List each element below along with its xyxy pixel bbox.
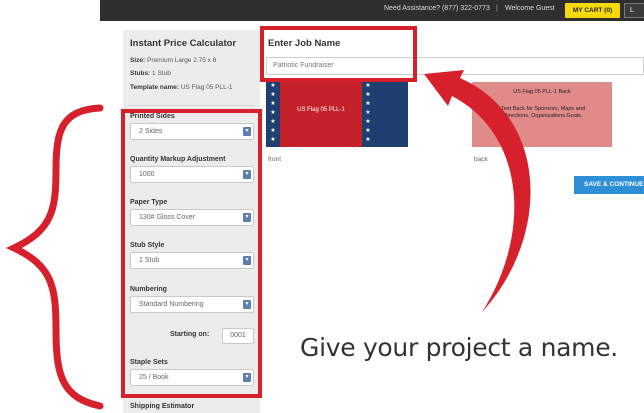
calculator-title: Instant Price Calculator	[130, 38, 237, 49]
options-highlight-box	[121, 109, 262, 398]
login-button[interactable]: L	[624, 3, 644, 18]
star-column-icon: ★ ★ ★ ★ ★ ★ ★	[270, 83, 276, 143]
top-bar: Need Assistance? (877) 322-0773 | Welcom…	[100, 0, 644, 21]
template-label: Template name:	[130, 84, 180, 91]
shipping-estimator-label[interactable]: Shipping Estimator	[130, 403, 194, 410]
template-value: US Flag 05 PLL-1	[180, 84, 233, 91]
template-info: Template name: US Flag 05 PLL-1	[130, 84, 233, 91]
stubs-value: 1 Stub	[152, 70, 171, 77]
curly-brace-icon	[5, 104, 104, 410]
curved-arrow-icon	[424, 70, 531, 312]
size-value: Premium Large 2.75 x 6	[146, 57, 217, 64]
divider	[128, 105, 255, 106]
size-label: Size:	[130, 57, 146, 64]
stubs-info: Stubs: 1 Stub	[130, 70, 171, 77]
job-name-highlight-box	[260, 26, 417, 82]
annotation-caption: Give your project a name.	[300, 333, 618, 362]
stubs-label: Stubs:	[130, 70, 151, 77]
star-column-icon: ★ ★ ★ ★ ★ ★ ★	[365, 83, 371, 143]
front-caption: front	[268, 156, 282, 163]
welcome-guest: Welcome Guest	[505, 5, 555, 12]
topbar-separator: |	[496, 5, 498, 12]
size-info: Size: Premium Large 2.75 x 6	[130, 57, 216, 64]
front-red-band	[280, 82, 362, 147]
front-preview-text: US Flag 05 PLL-1	[297, 107, 345, 113]
assistance-phone[interactable]: Need Assistance? (877) 322-0773	[384, 5, 490, 12]
front-preview[interactable]: ★ ★ ★ ★ ★ ★ ★ US Flag 05 PLL-1 ★ ★ ★ ★ ★ ★ ★	[266, 82, 408, 147]
my-cart-button[interactable]: MY CART (0)	[565, 3, 620, 18]
